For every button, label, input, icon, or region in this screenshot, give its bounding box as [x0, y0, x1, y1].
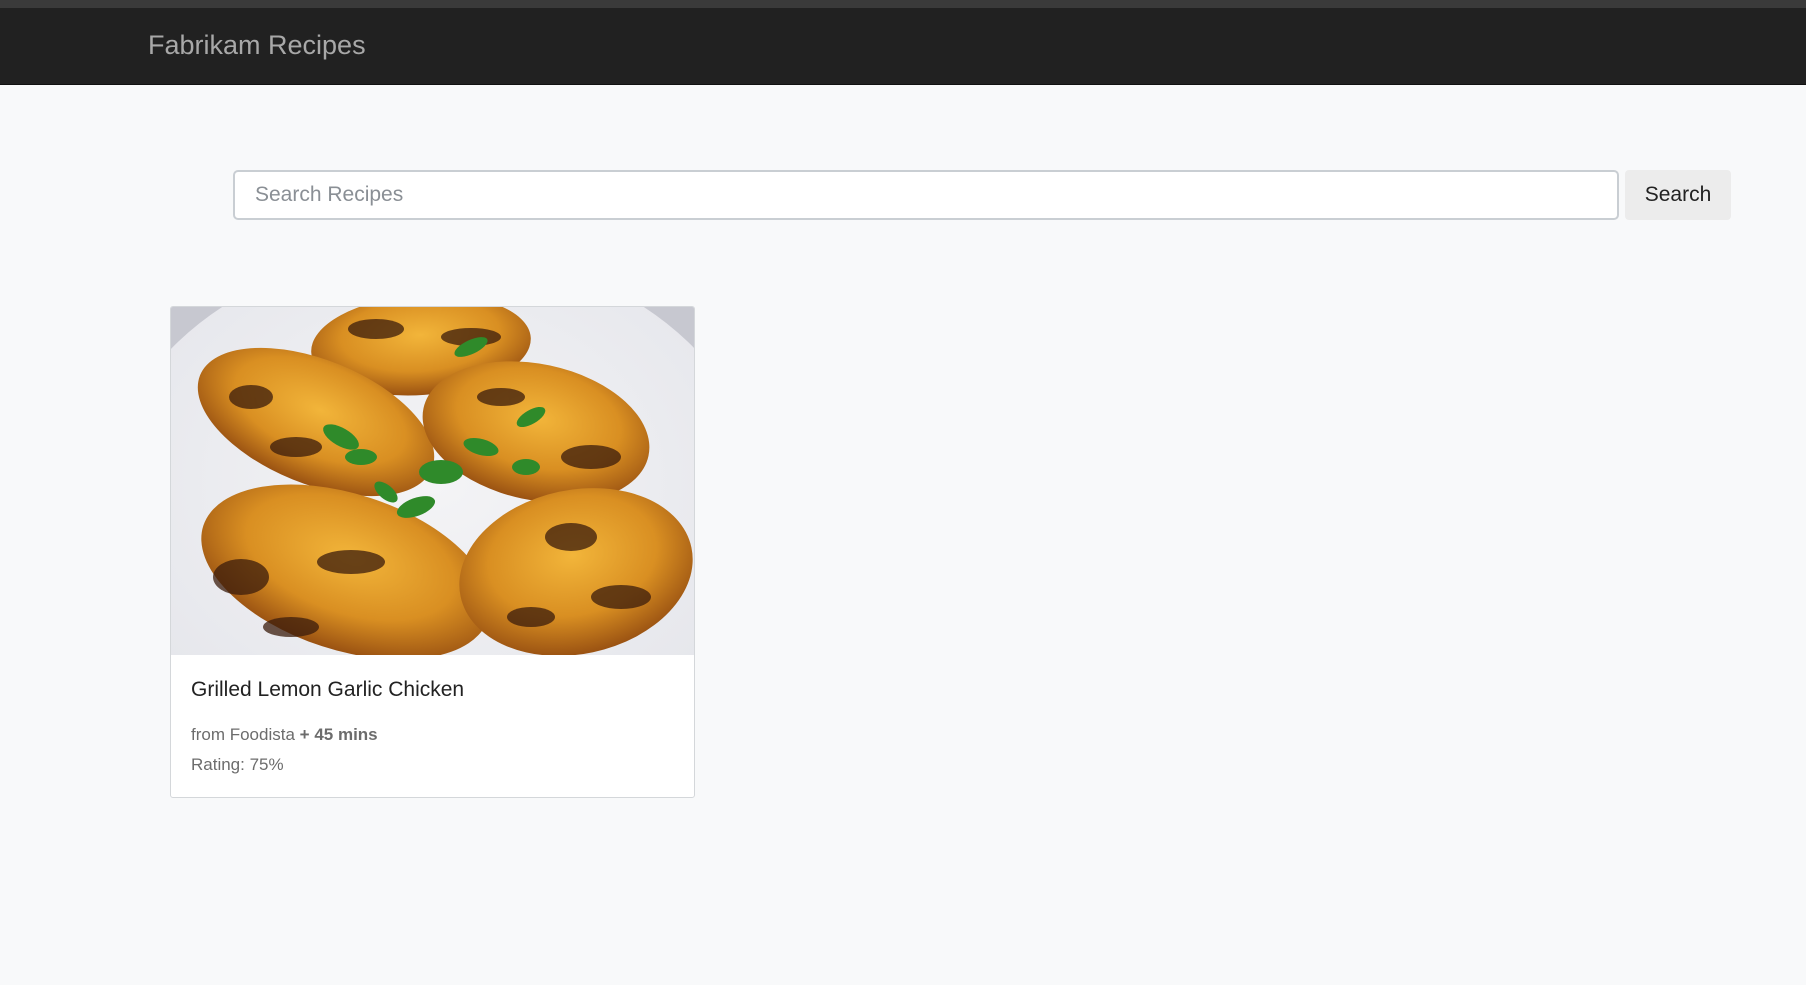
- recipe-duration: + 45 mins: [299, 725, 378, 744]
- recipe-rating: Rating: 75%: [191, 755, 284, 774]
- search-bar: Search: [233, 170, 1731, 220]
- brand-link[interactable]: Fabrikam Recipes: [148, 30, 366, 61]
- recipe-source: from Foodista: [191, 725, 295, 744]
- search-input[interactable]: [233, 170, 1619, 220]
- recipe-meta: from Foodista + 45 mins: [191, 725, 378, 745]
- recipe-title[interactable]: Grilled Lemon Garlic Chicken: [191, 678, 464, 702]
- window-top-edge: [0, 0, 1806, 8]
- recipe-image[interactable]: [171, 307, 694, 655]
- navbar: Fabrikam Recipes: [0, 8, 1806, 85]
- search-button[interactable]: Search: [1625, 170, 1731, 220]
- recipe-card[interactable]: Grilled Lemon Garlic Chicken from Foodis…: [170, 306, 695, 798]
